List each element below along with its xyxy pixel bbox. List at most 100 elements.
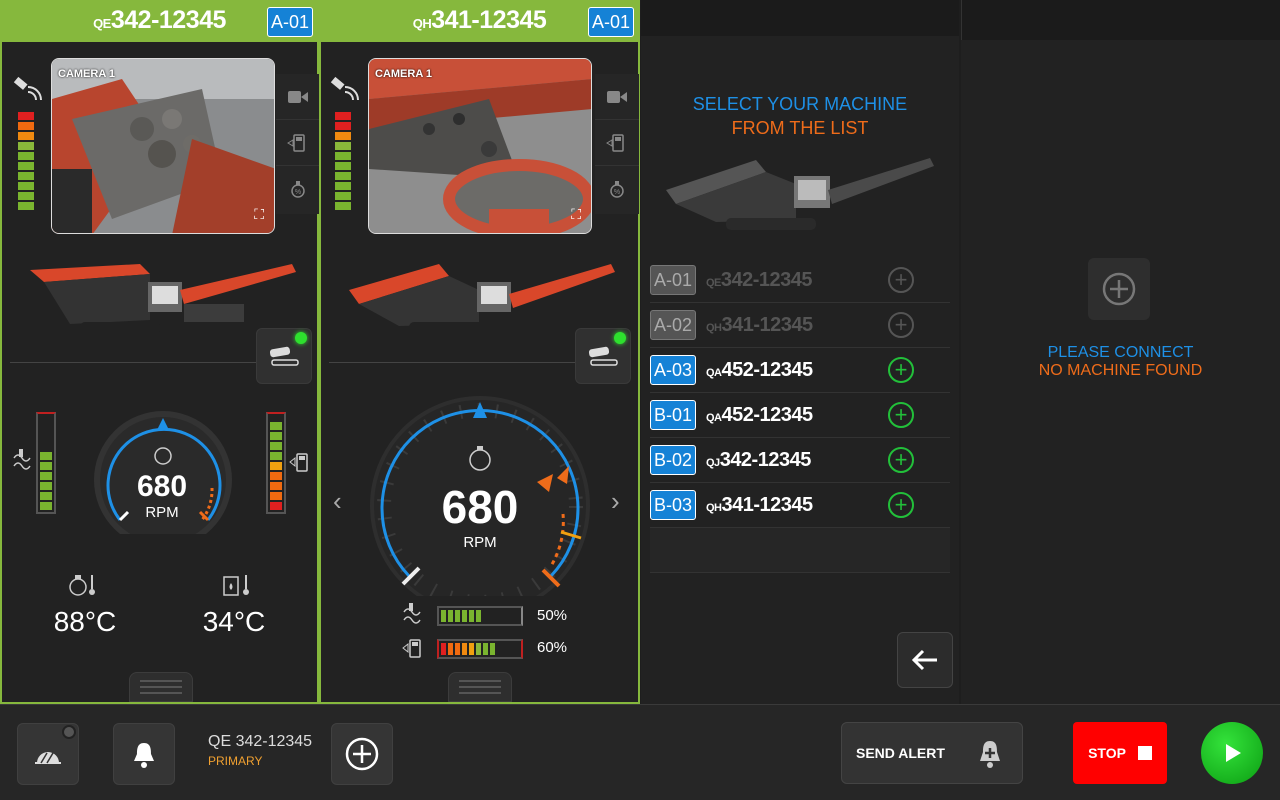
bar-segment [441,610,446,622]
rpm-value: 680 [441,481,519,533]
expand-icon[interactable]: ⛶ [254,206,264,223]
prev-chevron-icon[interactable]: ‹ [333,486,342,517]
empty-panel-header [961,0,1280,40]
bar-segment [462,610,467,622]
beacon-indicator [62,725,76,739]
title-prefix: QH [412,16,432,31]
stop-button[interactable]: STOP [1073,722,1167,784]
add-button[interactable] [331,723,393,785]
satellite-signal-icon [330,76,359,101]
current-machine-role: PRIMARY [208,754,263,768]
add-machine-icon[interactable]: + [888,402,914,428]
bell-icon [134,743,154,768]
stop-label: STOP [1088,745,1126,761]
bottom-toolbar: QE 342-12345 PRIMARY SEND ALERT STOP [0,704,1280,800]
empty-message-line1: PLEASE CONNECT [1047,344,1194,361]
status-led [295,332,307,344]
coolant-horizontal-bar [437,606,523,626]
engine-temp-icon [69,575,95,596]
machine-number: 452-12345 [721,403,814,426]
bar-segment [462,643,467,655]
title-prefix: QE [93,16,111,31]
drawer-handle[interactable] [129,672,193,702]
machine-screener-image [349,264,615,334]
hydraulic-temp-icon [223,575,249,596]
machine-list-row[interactable]: A-02 QH341-12345 + [650,303,950,348]
coolant-icon [403,603,421,624]
camera-feed-1[interactable]: CAMERA 1 ⛶ [51,58,275,234]
select-instruction-line1: SELECT YOUR MACHINE [692,94,908,114]
slot-badge[interactable]: A-01 [588,7,634,37]
bar-segment [455,610,460,622]
machine-panel-2: QH341-12345 A-01 CAMERA 1 ⛶ % ‹ › 680 RP… [319,0,640,704]
panel-header: QE342-12345 A-01 [2,2,317,42]
machine-list: A-01 QE342-12345 + A-02 QH341-12345 + A-03 QA45… [650,258,950,528]
machine-number: 342-12345 [719,448,812,471]
title-main: 342-12345 [110,6,227,34]
machine-number: 341-12345 [721,313,814,336]
side-toolbar: % [595,74,639,214]
beacon-light-icon [35,752,61,764]
coolant-icon [13,449,31,470]
expand-icon[interactable]: ⛶ [571,206,581,223]
fuel-pump-icon[interactable] [276,120,320,166]
machine-list-row[interactable]: B-02 QJ342-12345 + [650,438,950,483]
notifications-button[interactable] [113,723,175,785]
title-main: 341-12345 [431,6,547,34]
machine-name: QE342-12345 [706,269,888,292]
machine-list-row[interactable]: A-03 QA452-12345 + [650,348,950,393]
slot-badge[interactable]: A-01 [267,7,313,37]
svg-text:%: % [614,189,620,196]
oil-percent-icon[interactable]: % [595,166,639,212]
app: QE342-12345 A-01 CAMERA 1 ⛶ % 680 RPM 88… [0,0,1280,800]
camera-label: CAMERA 1 [58,68,116,80]
back-button[interactable] [897,632,953,688]
machine-list-row[interactable]: B-03 QH341-12345 + [650,483,950,528]
arrow-left-icon [911,649,937,671]
machine-list-row[interactable]: A-01 QE342-12345 + [650,258,950,303]
machine-prefix: QJ [706,456,720,469]
side-toolbar: % [276,74,320,214]
bar-segment [490,643,495,655]
machine-preview-image [666,158,934,230]
video-camera-icon[interactable] [595,74,639,120]
coolant-level-bar [36,412,56,514]
oil-percent-icon[interactable]: % [276,166,320,212]
fuel-pump-icon[interactable] [595,120,639,166]
add-machine-icon[interactable]: + [888,447,914,473]
bar-segment [441,643,446,655]
next-chevron-icon[interactable]: › [611,486,620,517]
machine-list-row[interactable]: B-01 QA452-12345 + [650,393,950,438]
add-machine-button[interactable] [1088,258,1150,320]
add-machine-icon[interactable]: + [888,492,914,518]
machine-name: QH341-12345 [706,494,888,517]
bar-segment [448,610,453,622]
machine-slot-badge: B-01 [650,400,696,430]
drawer-handle[interactable] [448,672,512,702]
play-icon [1226,744,1241,762]
machine-number: 342-12345 [720,268,813,291]
machine-prefix: QE [706,276,721,289]
add-machine-icon[interactable]: + [888,267,914,293]
machine-crusher-image [30,264,296,334]
video-camera-icon[interactable] [276,74,320,120]
send-alert-button[interactable]: SEND ALERT [841,722,1023,784]
fuel-horizontal-bar [437,639,523,659]
bar-segment [448,643,453,655]
camera-feed-2[interactable]: CAMERA 1 ⛶ [368,58,592,234]
fuel-pump-icon [402,639,421,658]
start-button[interactable] [1201,722,1263,784]
rpm-unit: RPM [145,504,179,521]
machine-slot-badge: A-01 [650,265,696,295]
machine-slot-badge: A-03 [650,355,696,385]
fuel-pump-icon [289,453,308,472]
plus-circle-icon [1102,272,1136,306]
bar-segment [455,643,460,655]
add-machine-icon[interactable]: + [888,312,914,338]
rpm-value: 680 [136,470,188,503]
panel-header: QH341-12345 A-01 [321,2,638,42]
machine-slot-badge: B-03 [650,490,696,520]
hydraulic-temperature: 34°C [202,606,266,637]
machine-slot-badge: A-02 [650,310,696,340]
add-machine-icon[interactable]: + [888,357,914,383]
